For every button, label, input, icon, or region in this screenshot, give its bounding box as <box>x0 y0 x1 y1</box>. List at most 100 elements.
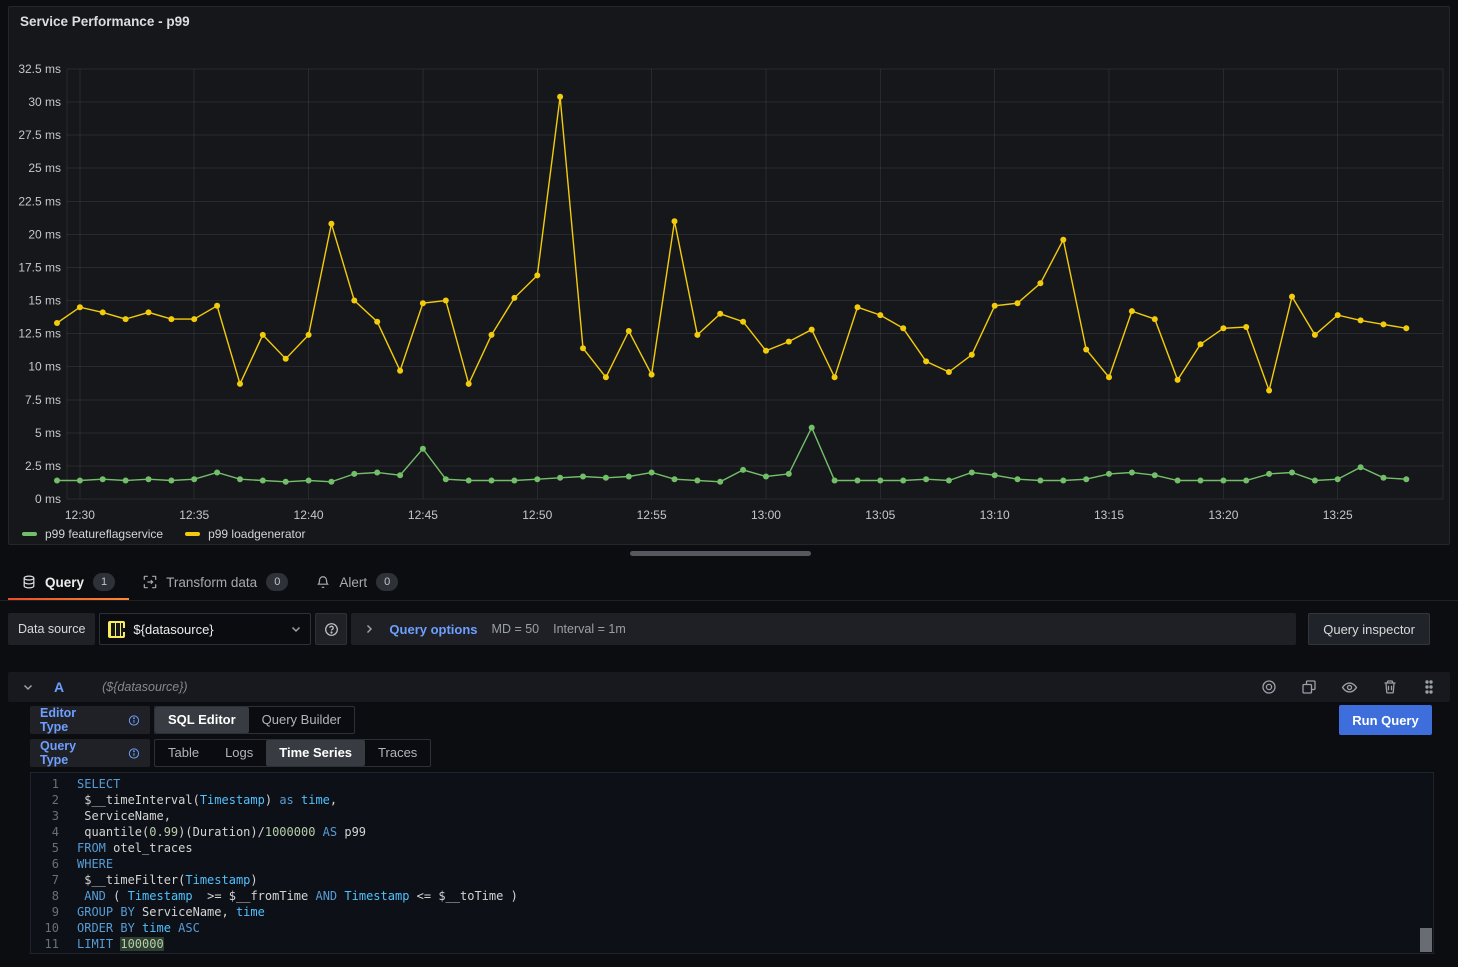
data-point-p99-featureflagservice[interactable] <box>283 479 289 485</box>
data-point-p99-loadgenerator[interactable] <box>397 368 403 374</box>
timeseries-chart[interactable]: 0 ms2.5 ms5 ms7.5 ms10 ms12.5 ms15 ms17.… <box>9 37 1449 537</box>
data-point-p99-featureflagservice[interactable] <box>397 472 403 478</box>
data-point-p99-loadgenerator[interactable] <box>237 381 243 387</box>
data-point-p99-loadgenerator[interactable] <box>832 374 838 380</box>
data-point-p99-featureflagservice[interactable] <box>100 476 106 482</box>
editor-type-option-sql-editor[interactable]: SQL Editor <box>155 707 249 733</box>
data-point-p99-loadgenerator[interactable] <box>77 304 83 310</box>
data-point-p99-loadgenerator[interactable] <box>351 298 357 304</box>
data-point-p99-loadgenerator[interactable] <box>740 319 746 325</box>
code-line-2[interactable]: 2 $__timeInterval(Timestamp) as time, <box>31 792 1433 808</box>
data-point-p99-loadgenerator[interactable] <box>694 332 700 338</box>
data-point-p99-loadgenerator[interactable] <box>603 374 609 380</box>
data-point-p99-featureflagservice[interactable] <box>123 478 129 484</box>
data-point-p99-featureflagservice[interactable] <box>626 474 632 480</box>
data-point-p99-featureflagservice[interactable] <box>237 476 243 482</box>
data-point-p99-loadgenerator[interactable] <box>557 94 563 100</box>
data-point-p99-featureflagservice[interactable] <box>832 478 838 484</box>
tab-alert[interactable]: Alert 0 <box>302 564 412 600</box>
data-point-p99-featureflagservice[interactable] <box>1175 478 1181 484</box>
info-icon[interactable] <box>128 747 140 760</box>
data-point-p99-loadgenerator[interactable] <box>946 369 952 375</box>
data-point-p99-loadgenerator[interactable] <box>146 309 152 315</box>
data-point-p99-featureflagservice[interactable] <box>672 476 678 482</box>
data-point-p99-loadgenerator[interactable] <box>100 309 106 315</box>
data-point-p99-featureflagservice[interactable] <box>900 478 906 484</box>
data-point-p99-loadgenerator[interactable] <box>443 298 449 304</box>
copy-icon[interactable] <box>1301 679 1317 695</box>
data-point-p99-featureflagservice[interactable] <box>374 470 380 476</box>
data-point-p99-loadgenerator[interactable] <box>466 381 472 387</box>
code-line-5[interactable]: 5FROM otel_traces <box>31 840 1433 856</box>
data-point-p99-loadgenerator[interactable] <box>306 332 312 338</box>
data-point-p99-loadgenerator[interactable] <box>1175 377 1181 383</box>
query-type-option-time-series[interactable]: Time Series <box>266 740 365 766</box>
data-point-p99-featureflagservice[interactable] <box>809 425 815 431</box>
data-point-p99-loadgenerator[interactable] <box>580 345 586 351</box>
data-point-p99-loadgenerator[interactable] <box>1335 312 1341 318</box>
data-point-p99-loadgenerator[interactable] <box>1381 321 1387 327</box>
code-line-6[interactable]: 6WHERE <box>31 856 1433 872</box>
data-point-p99-featureflagservice[interactable] <box>694 478 700 484</box>
run-query-button[interactable]: Run Query <box>1339 705 1432 735</box>
data-point-p99-loadgenerator[interactable] <box>1358 317 1364 323</box>
data-point-p99-loadgenerator[interactable] <box>877 312 883 318</box>
data-point-p99-featureflagservice[interactable] <box>420 446 426 452</box>
query-options-link[interactable]: Query options <box>389 622 477 637</box>
data-point-p99-featureflagservice[interactable] <box>168 478 174 484</box>
datasource-help-button[interactable] <box>315 613 347 645</box>
data-point-p99-featureflagservice[interactable] <box>969 470 975 476</box>
code-line-1[interactable]: 1SELECT <box>31 776 1433 792</box>
data-point-p99-featureflagservice[interactable] <box>740 467 746 473</box>
query-inspector-button[interactable]: Query inspector <box>1308 613 1430 645</box>
code-line-8[interactable]: 8 AND ( Timestamp >= $__fromTime AND Tim… <box>31 888 1433 904</box>
data-point-p99-featureflagservice[interactable] <box>1266 471 1272 477</box>
data-point-p99-featureflagservice[interactable] <box>466 478 472 484</box>
data-point-p99-loadgenerator[interactable] <box>374 319 380 325</box>
drag-handle-icon[interactable] <box>1422 679 1436 695</box>
data-point-p99-featureflagservice[interactable] <box>260 478 266 484</box>
data-point-p99-loadgenerator[interactable] <box>1037 280 1043 286</box>
data-point-p99-featureflagservice[interactable] <box>855 478 861 484</box>
data-point-p99-loadgenerator[interactable] <box>534 272 540 278</box>
data-point-p99-loadgenerator[interactable] <box>1266 388 1272 394</box>
data-point-p99-featureflagservice[interactable] <box>1243 478 1249 484</box>
data-point-p99-featureflagservice[interactable] <box>328 479 334 485</box>
data-point-p99-featureflagservice[interactable] <box>1106 471 1112 477</box>
data-point-p99-featureflagservice[interactable] <box>786 471 792 477</box>
data-point-p99-featureflagservice[interactable] <box>603 475 609 481</box>
code-line-3[interactable]: 3 ServiceName, <box>31 808 1433 824</box>
data-point-p99-featureflagservice[interactable] <box>1037 478 1043 484</box>
data-point-p99-loadgenerator[interactable] <box>672 218 678 224</box>
code-line-7[interactable]: 7 $__timeFilter(Timestamp) <box>31 872 1433 888</box>
data-point-p99-featureflagservice[interactable] <box>443 476 449 482</box>
data-point-p99-loadgenerator[interactable] <box>1106 374 1112 380</box>
legend-item-featureflagservice[interactable]: p99 featureflagservice <box>22 527 163 541</box>
data-point-p99-loadgenerator[interactable] <box>511 295 517 301</box>
data-point-p99-featureflagservice[interactable] <box>191 476 197 482</box>
data-point-p99-loadgenerator[interactable] <box>923 358 929 364</box>
data-point-p99-loadgenerator[interactable] <box>168 316 174 322</box>
data-point-p99-featureflagservice[interactable] <box>1015 476 1021 482</box>
data-point-p99-loadgenerator[interactable] <box>969 352 975 358</box>
data-point-p99-loadgenerator[interactable] <box>1129 308 1135 314</box>
data-point-p99-featureflagservice[interactable] <box>214 470 220 476</box>
data-point-p99-featureflagservice[interactable] <box>1198 478 1204 484</box>
query-type-option-logs[interactable]: Logs <box>212 740 266 766</box>
data-point-p99-loadgenerator[interactable] <box>626 328 632 334</box>
code-line-9[interactable]: 9GROUP BY ServiceName, time <box>31 904 1433 920</box>
code-line-10[interactable]: 10ORDER BY time ASC <box>31 920 1433 936</box>
data-point-p99-loadgenerator[interactable] <box>260 332 266 338</box>
code-line-4[interactable]: 4 quantile(0.99)(Duration)/1000000 AS p9… <box>31 824 1433 840</box>
info-icon[interactable] <box>128 714 140 727</box>
data-point-p99-featureflagservice[interactable] <box>1152 472 1158 478</box>
data-point-p99-featureflagservice[interactable] <box>306 478 312 484</box>
data-point-p99-loadgenerator[interactable] <box>1220 325 1226 331</box>
data-point-p99-featureflagservice[interactable] <box>946 478 952 484</box>
data-point-p99-loadgenerator[interactable] <box>1152 316 1158 322</box>
legend-item-loadgenerator[interactable]: p99 loadgenerator <box>185 527 305 541</box>
data-point-p99-featureflagservice[interactable] <box>877 478 883 484</box>
data-point-p99-featureflagservice[interactable] <box>1060 478 1066 484</box>
data-point-p99-featureflagservice[interactable] <box>1335 476 1341 482</box>
tab-query[interactable]: Query 1 <box>8 564 129 600</box>
